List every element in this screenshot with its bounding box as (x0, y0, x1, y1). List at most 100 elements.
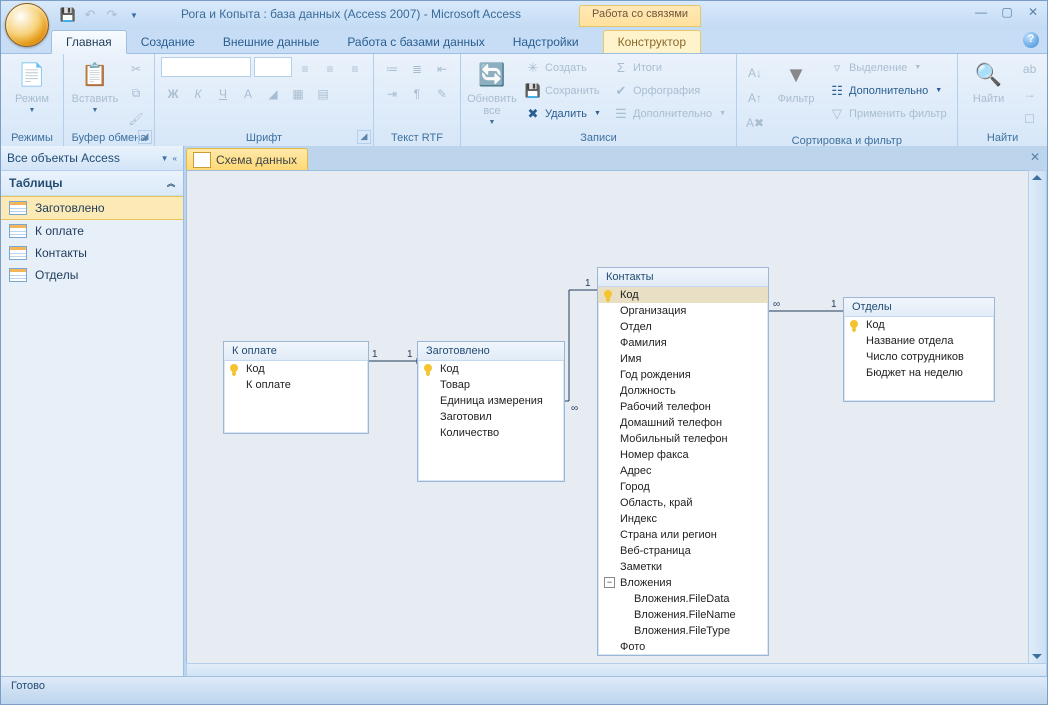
select-icon[interactable]: ☐ (1018, 107, 1042, 130)
dialog-launcher-icon[interactable]: ◢ (138, 130, 152, 144)
table-field[interactable]: Веб-страница (598, 543, 768, 559)
tab-external[interactable]: Внешние данные (209, 31, 334, 53)
copy-icon[interactable]: ⧉ (124, 82, 148, 105)
italic-icon[interactable]: К (186, 82, 210, 105)
align-left-icon[interactable]: ≡ (293, 57, 317, 80)
table-field[interactable]: Заметки (598, 559, 768, 575)
table-field[interactable]: Вложения.FileType (598, 623, 768, 639)
list-bullet-icon[interactable]: ≔ (380, 57, 404, 80)
document-close-icon[interactable]: ✕ (1026, 150, 1044, 166)
nav-item[interactable]: К оплате (1, 220, 183, 242)
nav-item[interactable]: Отделы (1, 264, 183, 286)
save-record-button[interactable]: 💾Сохранить (521, 80, 605, 101)
clear-sort-icon[interactable]: A✖ (743, 111, 767, 134)
indent-inc-icon[interactable]: ⇥ (380, 82, 404, 105)
filter-button[interactable]: ▼ Фильтр (771, 57, 821, 105)
new-record-button[interactable]: ✳Создать (521, 57, 605, 78)
undo-icon[interactable]: ↶ (81, 6, 99, 24)
totals-button[interactable]: ΣИтоги (609, 57, 730, 78)
relationships-canvas[interactable]: 1 1 ∞ 1 ∞ 1 К оплате КодК оплате (186, 170, 1029, 664)
table-field[interactable]: Организация (598, 303, 768, 319)
table-field[interactable]: Мобильный телефон (598, 431, 768, 447)
table-field[interactable]: Название отдела (844, 333, 994, 349)
toggle-filter-button[interactable]: ▽Применить фильтр (825, 103, 951, 124)
table-field[interactable]: Город (598, 479, 768, 495)
table-field[interactable]: Количество (418, 425, 564, 441)
vertical-scrollbar[interactable] (1028, 170, 1047, 664)
advanced-filter-button[interactable]: ☷Дополнительно▼ (825, 80, 951, 101)
tab-home[interactable]: Главная (51, 30, 127, 54)
table-field[interactable]: Страна или регион (598, 527, 768, 543)
paste-button[interactable]: 📋 Вставить ▼ (70, 57, 120, 114)
table-box-koplate[interactable]: К оплате КодК оплате (223, 341, 369, 434)
align-right-icon[interactable]: ≡ (343, 57, 367, 80)
table-field[interactable]: Домашний телефон (598, 415, 768, 431)
expander-icon[interactable]: − (604, 577, 615, 588)
table-field[interactable]: Заготовил (418, 409, 564, 425)
qat-customize-icon[interactable]: ▼ (125, 6, 143, 24)
table-field[interactable]: Код (224, 361, 368, 377)
table-box-kontakty[interactable]: Контакты КодОрганизацияОтделФамилияИмяГо… (597, 267, 769, 656)
highlight-icon[interactable]: ✎ (430, 82, 454, 105)
table-field[interactable]: Индекс (598, 511, 768, 527)
nav-header[interactable]: Все объекты Access ▼ « (1, 146, 183, 171)
view-button[interactable]: 📄 Режим ▼ (7, 57, 57, 114)
table-field[interactable]: Бюджет на неделю (844, 365, 994, 381)
delete-button[interactable]: ✖Удалить▼ (521, 103, 605, 124)
table-field[interactable]: Номер факса (598, 447, 768, 463)
cut-icon[interactable]: ✂ (124, 57, 148, 80)
nav-item[interactable]: Заготовлено (1, 196, 183, 220)
table-box-zagotovleno[interactable]: Заготовлено КодТоварЕдиница измеренияЗаг… (417, 341, 565, 482)
table-field[interactable]: Отдел (598, 319, 768, 335)
table-field[interactable]: Должность (598, 383, 768, 399)
help-icon[interactable]: ? (1023, 32, 1039, 48)
table-field[interactable]: −Вложения (598, 575, 768, 591)
selection-button[interactable]: ▿Выделение▼ (825, 57, 951, 78)
alt-row-icon[interactable]: ▤ (311, 82, 335, 105)
tab-addins[interactable]: Надстройки (499, 31, 593, 53)
table-field[interactable]: Фамилия (598, 335, 768, 351)
collapse-icon[interactable]: « (173, 154, 177, 163)
sort-asc-icon[interactable]: A↓ (743, 61, 767, 84)
table-field[interactable]: Код (844, 317, 994, 333)
gridlines-icon[interactable]: ▦ (286, 82, 310, 105)
table-field[interactable]: Рабочий телефон (598, 399, 768, 415)
table-field[interactable]: Число сотрудников (844, 349, 994, 365)
find-button[interactable]: 🔍 Найти (964, 57, 1014, 105)
nav-item[interactable]: Контакты (1, 242, 183, 264)
table-field[interactable]: Фото (598, 639, 768, 655)
close-icon[interactable]: ✕ (1025, 5, 1041, 19)
tab-dbtools[interactable]: Работа с базами данных (333, 31, 498, 53)
indent-dec-icon[interactable]: ⇤ (430, 57, 454, 80)
spelling-button[interactable]: ✔Орфография (609, 80, 730, 101)
office-button[interactable] (5, 3, 49, 47)
redo-icon[interactable]: ↷ (103, 6, 121, 24)
font-color-icon[interactable]: A (236, 82, 260, 105)
underline-icon[interactable]: Ч (211, 82, 235, 105)
font-size-input[interactable] (254, 57, 292, 77)
font-family-input[interactable] (161, 57, 251, 77)
tab-create[interactable]: Создание (127, 31, 209, 53)
replace-icon[interactable]: ab (1018, 57, 1042, 80)
table-field[interactable]: Адрес (598, 463, 768, 479)
document-tab[interactable]: Схема данных (186, 148, 308, 171)
table-field[interactable]: Область, край (598, 495, 768, 511)
goto-icon[interactable]: → (1018, 82, 1042, 105)
list-number-icon[interactable]: ≣ (405, 57, 429, 80)
minimize-icon[interactable]: — (973, 5, 989, 19)
bold-icon[interactable]: Ж (161, 82, 185, 105)
chevron-down-icon[interactable]: ▼ (161, 154, 169, 163)
refresh-button[interactable]: 🔄 Обновить все ▼ (467, 57, 517, 126)
more-button[interactable]: ☰Дополнительно▼ (609, 103, 730, 124)
fill-color-icon[interactable]: ◢ (261, 82, 285, 105)
table-field[interactable]: Единица измерения (418, 393, 564, 409)
ltr-icon[interactable]: ¶ (405, 82, 429, 105)
nav-category[interactable]: Таблицы ︽ (1, 171, 183, 196)
maximize-icon[interactable]: ▢ (999, 5, 1015, 19)
dialog-launcher-icon[interactable]: ◢ (357, 130, 371, 144)
table-field[interactable]: Имя (598, 351, 768, 367)
format-painter-icon[interactable]: 🖌 (124, 107, 148, 130)
table-field[interactable]: Код (598, 287, 768, 303)
tab-designer[interactable]: Конструктор (603, 30, 701, 53)
sort-desc-icon[interactable]: A↑ (743, 86, 767, 109)
